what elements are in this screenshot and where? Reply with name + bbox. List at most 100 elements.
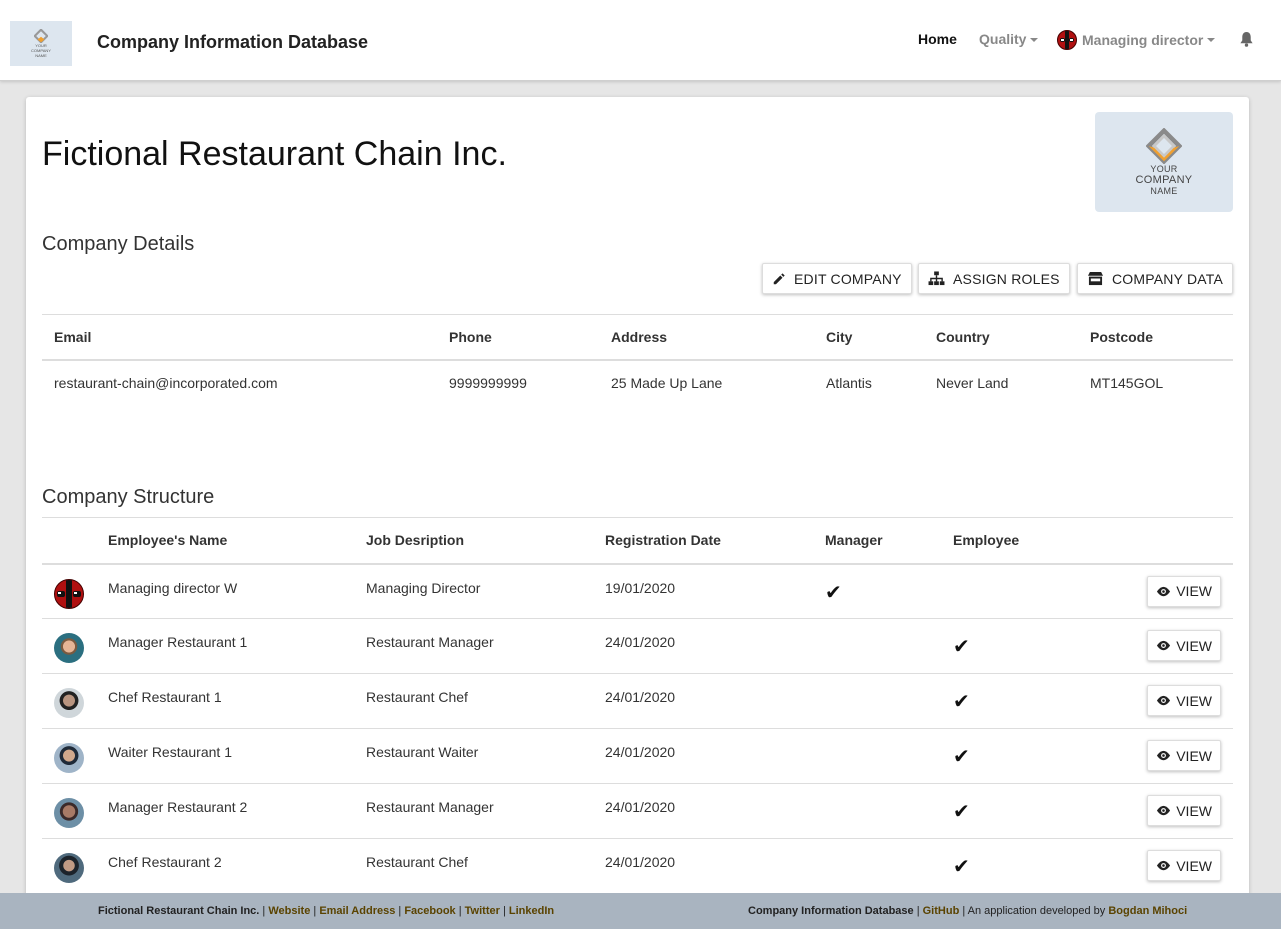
employee-name: Waiter Restaurant 1 <box>96 728 354 784</box>
logo-text: YOUR COMPANY NAME <box>31 43 51 58</box>
company-details-heading: Company Details <box>42 233 195 255</box>
nav-user-dropdown[interactable]: Managing director <box>1057 30 1216 50</box>
assign-roles-button[interactable]: ASSIGN ROLES <box>918 263 1070 294</box>
col-postcode: Postcode <box>1078 314 1233 361</box>
view-employee-button[interactable]: VIEW <box>1147 685 1221 716</box>
view-employee-button[interactable]: VIEW <box>1147 795 1221 826</box>
logo-line-1: YOUR <box>1150 163 1178 174</box>
checkmark-icon: ✔ <box>953 636 970 658</box>
footer-linkedin-link[interactable]: LinkedIn <box>509 905 554 917</box>
top-navbar: YOUR COMPANY NAME Company Information Da… <box>0 0 1281 81</box>
footer-email-link[interactable]: Email Address <box>319 905 395 917</box>
employee-name: Manager Restaurant 2 <box>96 783 354 839</box>
col-phone: Phone <box>437 314 599 361</box>
employee-avatar <box>54 688 84 718</box>
nav-quality-label: Quality <box>979 31 1027 47</box>
employee-date: 24/01/2020 <box>593 673 813 729</box>
view-employee-button[interactable]: VIEW <box>1147 850 1221 881</box>
chevron-down-icon <box>1030 38 1039 43</box>
employee-avatar <box>54 578 84 609</box>
nav-quality-dropdown[interactable]: Quality <box>979 31 1039 47</box>
employee-job: Restaurant Manager <box>354 618 593 674</box>
footer-company-name: Fictional Restaurant Chain Inc. <box>98 905 260 917</box>
employee-date: 24/01/2020 <box>593 838 813 894</box>
view-employee-button[interactable]: VIEW <box>1147 630 1221 661</box>
footer-website-link[interactable]: Website <box>268 905 310 917</box>
view-employee-button[interactable]: VIEW <box>1147 740 1221 771</box>
app-brand-title[interactable]: Company Information Database <box>97 32 368 53</box>
col-employee: Employee <box>941 517 1121 565</box>
footer-left: Fictional Restaurant Chain Inc. | Websit… <box>98 905 555 917</box>
employee-job: Restaurant Chef <box>354 838 593 894</box>
nav-home-link[interactable]: Home <box>918 31 957 47</box>
checkmark-icon: ✔ <box>825 581 842 604</box>
employee-date: 24/01/2020 <box>593 783 813 839</box>
company-data-label: COMPANY DATA <box>1112 270 1224 287</box>
assign-roles-label: ASSIGN ROLES <box>953 270 1060 287</box>
footer-app-name: Company Information Database <box>748 905 914 917</box>
company-logo-small[interactable]: YOUR COMPANY NAME <box>10 21 72 66</box>
table-header-row: Email Phone Address City Country Postcod… <box>42 314 1233 361</box>
footer-author-link[interactable]: Bogdan Mihoci <box>1108 905 1187 917</box>
table-row: Chef Restaurant 2 Restaurant Chef 24/01/… <box>42 838 1233 894</box>
employee-avatar <box>54 743 84 773</box>
employee-date: 24/01/2020 <box>593 618 813 674</box>
employee-name: Managing director W <box>108 579 238 596</box>
logo-diamond-icon <box>34 29 48 43</box>
col-registration-date: Registration Date <box>593 517 813 565</box>
company-city: Atlantis <box>826 375 872 391</box>
employee-job: Managing Director <box>366 579 481 596</box>
pencil-icon <box>773 272 785 284</box>
footer-twitter-link[interactable]: Twitter <box>465 905 500 917</box>
eye-icon <box>1157 860 1171 871</box>
view-label: VIEW <box>1176 857 1212 874</box>
company-structure-heading: Company Structure <box>42 486 215 508</box>
eye-icon <box>1157 586 1171 596</box>
view-label: VIEW <box>1176 583 1212 599</box>
col-country: Country <box>924 314 1078 361</box>
company-data-button[interactable]: COMPANY DATA <box>1077 263 1234 294</box>
footer-developed-by: An application developed by <box>967 905 1106 917</box>
view-label: VIEW <box>1176 802 1212 819</box>
employee-job: Restaurant Manager <box>354 783 593 839</box>
checkmark-icon: ✔ <box>953 746 970 768</box>
checkmark-icon: ✔ <box>953 856 970 878</box>
footer-facebook-link[interactable]: Facebook <box>404 905 455 917</box>
col-actions <box>1121 517 1233 565</box>
col-address: Address <box>599 314 814 361</box>
view-employee-button[interactable]: VIEW <box>1147 575 1221 607</box>
company-card: Fictional Restaurant Chain Inc. YOUR COM… <box>26 97 1249 897</box>
company-postcode: MT145GOL <box>1090 375 1164 391</box>
table-row: Chef Restaurant 1 Restaurant Chef 24/01/… <box>42 673 1233 729</box>
company-email: restaurant-chain@incorporated.com <box>54 375 278 391</box>
eye-icon <box>1157 805 1171 816</box>
edit-company-button[interactable]: EDIT COMPANY <box>762 263 912 294</box>
employee-name: Chef Restaurant 1 <box>96 673 354 729</box>
notifications-bell-icon[interactable] <box>1239 31 1254 52</box>
employee-avatar <box>54 633 84 663</box>
view-label: VIEW <box>1176 747 1212 764</box>
col-city: City <box>814 314 924 361</box>
footer-github-link[interactable]: GitHub <box>923 905 960 917</box>
user-avatar <box>1057 30 1077 50</box>
employee-name: Manager Restaurant 1 <box>96 618 354 674</box>
company-country: Never Land <box>936 375 1009 391</box>
view-label: VIEW <box>1176 637 1212 654</box>
employee-job: Restaurant Waiter <box>354 728 593 784</box>
edit-company-label: EDIT COMPANY <box>794 270 902 287</box>
employee-name: Chef Restaurant 2 <box>96 838 354 894</box>
col-avatar <box>42 517 96 565</box>
eye-icon <box>1157 695 1171 706</box>
logo-line-3: NAME <box>1150 185 1178 196</box>
employee-date: 19/01/2020 <box>605 579 676 596</box>
company-structure-table: Employee's Name Job Desription Registrat… <box>42 517 1233 894</box>
col-email: Email <box>42 314 437 361</box>
table-row: Manager Restaurant 1 Restaurant Manager … <box>42 618 1233 674</box>
employee-avatar <box>54 798 84 828</box>
table-row: Waiter Restaurant 1 Restaurant Waiter 24… <box>42 728 1233 784</box>
checkmark-icon: ✔ <box>953 801 970 823</box>
company-logo: YOUR COMPANY NAME <box>1095 112 1233 212</box>
col-manager: Manager <box>813 517 941 565</box>
table-row: Managing director W Managing Director 19… <box>42 564 1233 619</box>
chevron-down-icon <box>1207 38 1216 42</box>
